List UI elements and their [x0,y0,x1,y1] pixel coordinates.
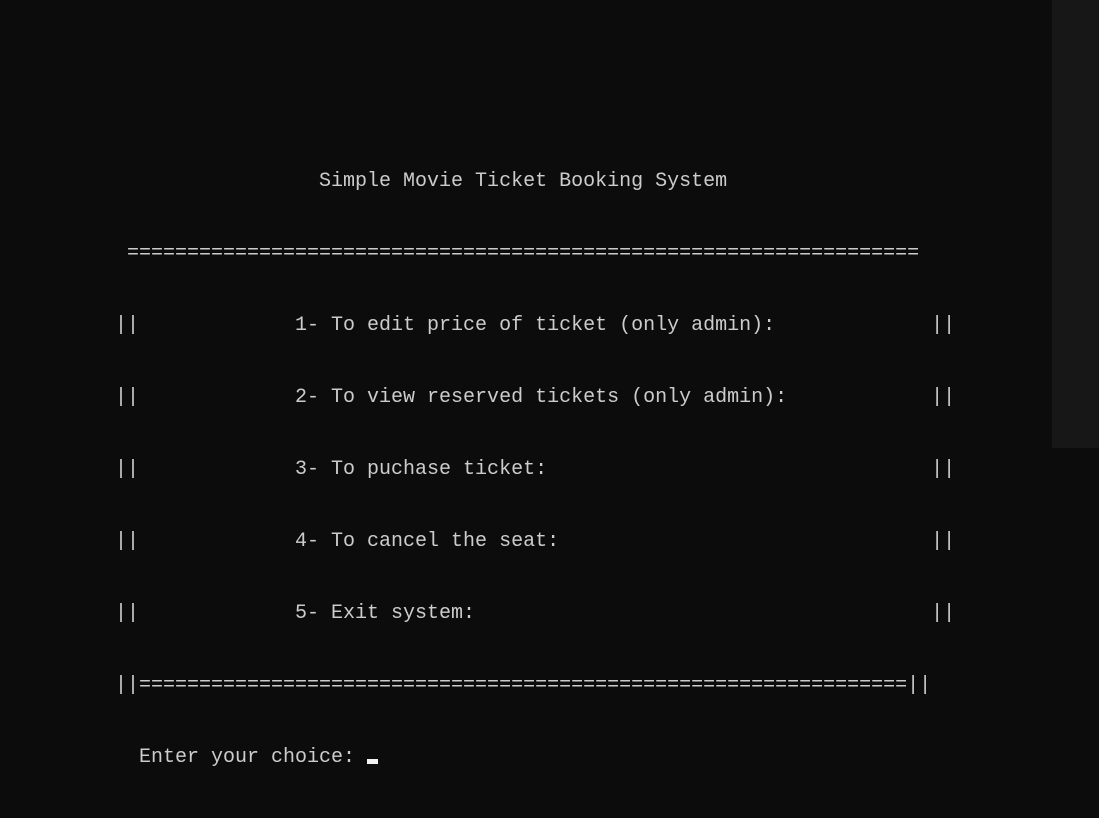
menu-option-2: || 2- To view reserved tickets (only adm… [115,386,956,409]
choice-prompt: Enter your choice: [115,746,368,769]
input-line[interactable]: Enter your choice: [115,746,955,770]
menu-option-4: || 4- To cancel the seat: || [115,530,956,553]
bottom-border: ||======================================… [115,674,932,697]
menu-title: Simple Movie Ticket Booking System [115,170,728,193]
console-window[interactable]: Simple Movie Ticket Booking System =====… [0,0,1052,769]
menu-option-1: || 1- To edit price of ticket (only admi… [115,314,956,337]
top-border: ========================================… [115,242,920,265]
console-output: Simple Movie Ticket Booking System =====… [115,122,955,818]
scrollbar-track[interactable] [1052,0,1099,448]
menu-option-5: || 5- Exit system: || [115,602,956,625]
menu-option-3: || 3- To puchase ticket: || [115,458,956,481]
text-cursor [367,759,379,764]
